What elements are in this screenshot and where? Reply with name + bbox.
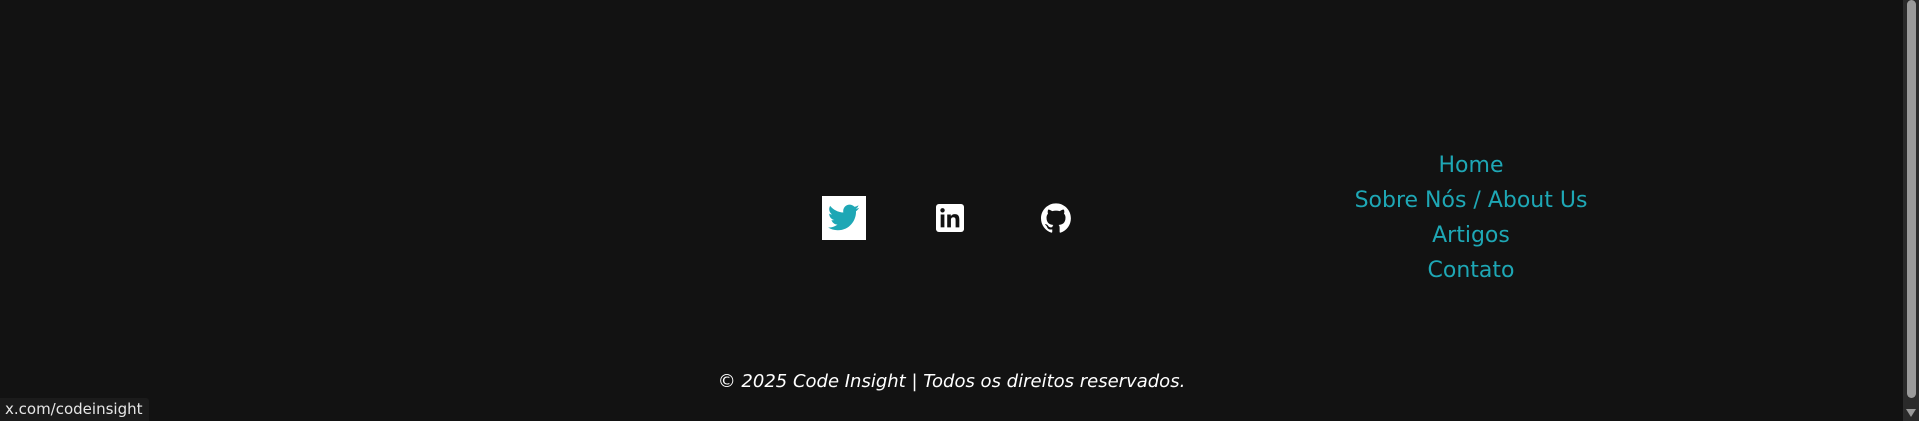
linkedin-link[interactable]: [928, 196, 972, 240]
copyright-text: © 2025 Code Insight | Todos os direitos …: [717, 371, 1186, 392]
twitter-icon: [828, 204, 860, 231]
nav-link-contact[interactable]: Contato: [1428, 253, 1515, 288]
scroll-down-arrow-icon[interactable]: [1906, 409, 1916, 417]
status-bar-url: x.com/codeinsight: [0, 398, 150, 421]
github-link[interactable]: [1034, 196, 1078, 240]
linkedin-icon: [936, 204, 964, 232]
footer-page: Home Sobre Nós / About Us Artigos Contat…: [0, 0, 1919, 421]
github-icon: [1041, 203, 1071, 233]
vertical-scrollbar[interactable]: [1903, 0, 1919, 421]
social-links: [822, 196, 1078, 240]
nav-link-home[interactable]: Home: [1439, 148, 1504, 183]
nav-link-about[interactable]: Sobre Nós / About Us: [1355, 183, 1588, 218]
scrollbar-thumb[interactable]: [1907, 0, 1916, 398]
twitter-link[interactable]: [822, 196, 866, 240]
nav-link-articles[interactable]: Artigos: [1432, 218, 1510, 253]
footer-nav: Home Sobre Nós / About Us Artigos Contat…: [1310, 148, 1632, 288]
